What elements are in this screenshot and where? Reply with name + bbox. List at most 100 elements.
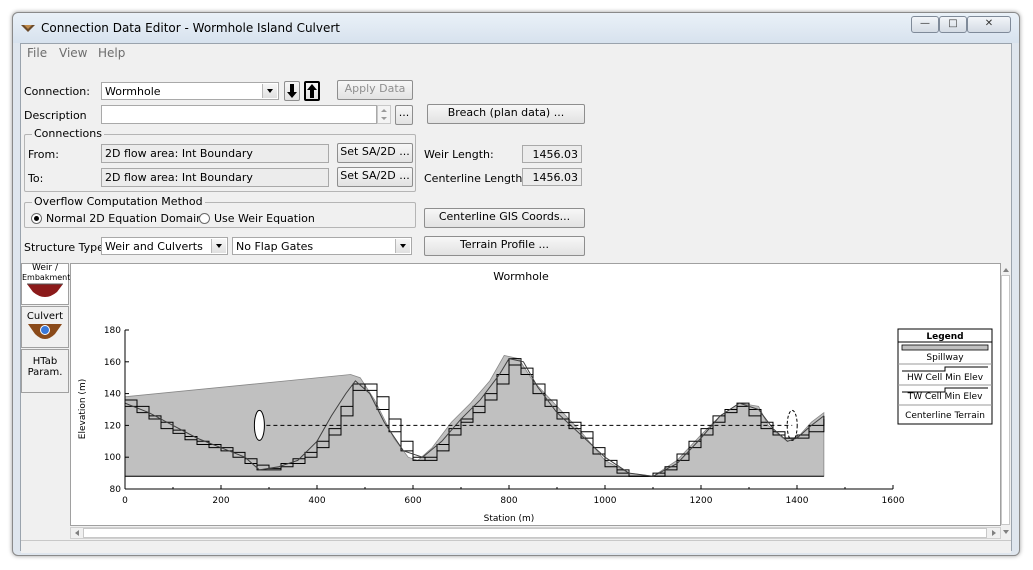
- maximize-button[interactable]: □: [939, 16, 967, 33]
- menu-help[interactable]: Help: [98, 46, 125, 60]
- weir-length-field: 1456.03: [522, 145, 582, 163]
- maximize-icon: □: [948, 18, 958, 29]
- x-tick-label: 1200: [690, 496, 713, 506]
- flap-gates-select[interactable]: No Flap Gates: [232, 237, 412, 255]
- from-label: From:: [28, 148, 59, 161]
- close-icon: ✕: [984, 18, 994, 29]
- connection-data-editor-window: Connection Data Editor - Wormhole Island…: [12, 12, 1020, 556]
- from-value: 2D flow area: Int Boundary: [105, 147, 253, 160]
- tab-weir-label: Weir /: [31, 263, 58, 273]
- menu-view[interactable]: View: [59, 46, 87, 60]
- move-down-button[interactable]: [284, 81, 300, 101]
- move-up-button[interactable]: [304, 81, 320, 101]
- scroll-left-icon: [75, 530, 79, 536]
- arrow-up-icon: [307, 84, 317, 98]
- vertical-scroll-thumb[interactable]: [1001, 275, 1010, 525]
- structure-type-value: Weir and Culverts: [105, 240, 203, 253]
- x-axis-label: Station (m): [484, 514, 535, 524]
- tab-param-label: Param.: [27, 367, 63, 378]
- description-input[interactable]: [101, 105, 377, 124]
- x-tick-label: 600: [404, 496, 421, 506]
- legend-swatch-spillway: [901, 344, 989, 351]
- horizontal-scroll-thumb[interactable]: [83, 528, 987, 538]
- flap-gates-value: No Flap Gates: [236, 240, 314, 253]
- breach-plan-data-button[interactable]: Breach (plan data) ...: [427, 104, 585, 124]
- x-tick-label: 1400: [786, 496, 809, 506]
- x-tick-label: 0: [122, 496, 128, 506]
- centerline-gis-coords-button[interactable]: Centerline GIS Coords...: [424, 208, 585, 228]
- scroll-right-icon: [992, 530, 996, 536]
- legend-spillway: Spillway: [926, 353, 964, 363]
- y-tick-label: 160: [104, 358, 121, 368]
- spinner-arrows-icon: [381, 109, 387, 120]
- tab-htab-param[interactable]: HTab Param.: [21, 349, 69, 393]
- vertical-scrollbar[interactable]: [1001, 263, 1011, 539]
- close-button[interactable]: ✕: [967, 16, 1011, 33]
- arrow-down-icon: [287, 84, 297, 98]
- weir-equation-radio[interactable]: [199, 213, 210, 224]
- description-ellipsis-button[interactable]: ...: [395, 105, 413, 125]
- legend-hw-cell: HW Cell Min Elev: [907, 373, 984, 383]
- centerline-length-field: 1456.03: [522, 168, 582, 186]
- status-bar: [21, 540, 1011, 553]
- structure-type-select[interactable]: Weir and Culverts: [101, 237, 228, 255]
- to-field: 2D flow area: Int Boundary: [101, 168, 329, 187]
- scroll-up-icon: [1003, 268, 1009, 272]
- connection-select[interactable]: Wormhole: [101, 82, 279, 100]
- app-icon: [21, 25, 35, 32]
- x-tick-label: 200: [212, 496, 229, 506]
- y-tick-label: 100: [104, 453, 121, 463]
- legend-title: Legend: [926, 332, 963, 342]
- chart-title: Wormhole: [493, 270, 549, 283]
- tab-htab-label: HTab: [32, 356, 58, 367]
- terrain-profile-button[interactable]: Terrain Profile ...: [424, 236, 585, 256]
- connections-group-title: Connections: [32, 127, 104, 140]
- tab-culvert[interactable]: Culvert: [21, 306, 69, 348]
- tab-culvert-label: Culvert: [26, 311, 64, 322]
- chevron-down-icon[interactable]: [395, 239, 410, 253]
- y-tick-label: 180: [104, 326, 121, 336]
- menu-file[interactable]: File: [27, 46, 47, 60]
- culvert-upstream: [253, 409, 265, 441]
- x-tick-label: 800: [500, 496, 517, 506]
- y-tick-label: 120: [104, 421, 121, 431]
- x-tick-label: 400: [308, 496, 325, 506]
- normal-2d-radio[interactable]: [31, 213, 42, 224]
- x-tick-label: 1000: [594, 496, 617, 506]
- connection-value: Wormhole: [105, 85, 161, 98]
- weir-length-label: Weir Length:: [424, 148, 494, 161]
- client-area: File View Help Connection: Wormhole Appl…: [20, 43, 1012, 553]
- culvert-icon: [28, 324, 62, 339]
- x-tick-label: 1600: [882, 496, 905, 506]
- overflow-method-title: Overflow Computation Method: [32, 195, 205, 208]
- structure-type-label: Structure Type:: [24, 241, 108, 254]
- y-tick-label: 140: [104, 390, 121, 400]
- from-field: 2D flow area: Int Boundary: [101, 144, 329, 163]
- to-label: To:: [28, 172, 44, 185]
- description-label: Description: [24, 109, 87, 122]
- horizontal-scrollbar[interactable]: [70, 527, 1001, 539]
- set-from-button[interactable]: Set SA/2D ...: [337, 143, 413, 163]
- set-to-button[interactable]: Set SA/2D ...: [337, 167, 413, 187]
- profile-chart: 0 200 400 600 800 1000 1200 1400 1600 80 100 120 140…: [78, 270, 993, 524]
- centerline-length-value: 1456.03: [532, 171, 579, 184]
- title-bar[interactable]: Connection Data Editor - Wormhole Island…: [13, 13, 1019, 43]
- minimize-button[interactable]: —: [911, 16, 939, 33]
- tab-weir-embankment[interactable]: Weir / Embakment: [21, 263, 70, 305]
- y-axis-label: Elevation (m): [78, 379, 88, 439]
- apply-data-button[interactable]: Apply Data: [337, 80, 413, 100]
- minimize-icon: —: [920, 18, 930, 29]
- normal-2d-label[interactable]: Normal 2D Equation Domain: [46, 212, 203, 225]
- weir-embankment-icon: [27, 283, 63, 297]
- legend-centerline-terrain: Centerline Terrain: [905, 411, 985, 421]
- window-title: Connection Data Editor - Wormhole Island…: [41, 21, 341, 35]
- description-spinner[interactable]: [377, 105, 391, 124]
- chevron-down-icon[interactable]: [211, 239, 226, 253]
- centerline-length-label: Centerline Length:: [424, 172, 527, 185]
- connection-label: Connection:: [24, 85, 90, 98]
- legend-tw-cell: TW Cell Min Elev: [907, 392, 983, 402]
- scroll-down-icon: [1003, 530, 1009, 534]
- chevron-down-icon[interactable]: [262, 84, 277, 98]
- weir-equation-label[interactable]: Use Weir Equation: [214, 212, 315, 225]
- profile-plot[interactable]: 0 200 400 600 800 1000 1200 1400 1600 80 100 120 140…: [70, 263, 1001, 526]
